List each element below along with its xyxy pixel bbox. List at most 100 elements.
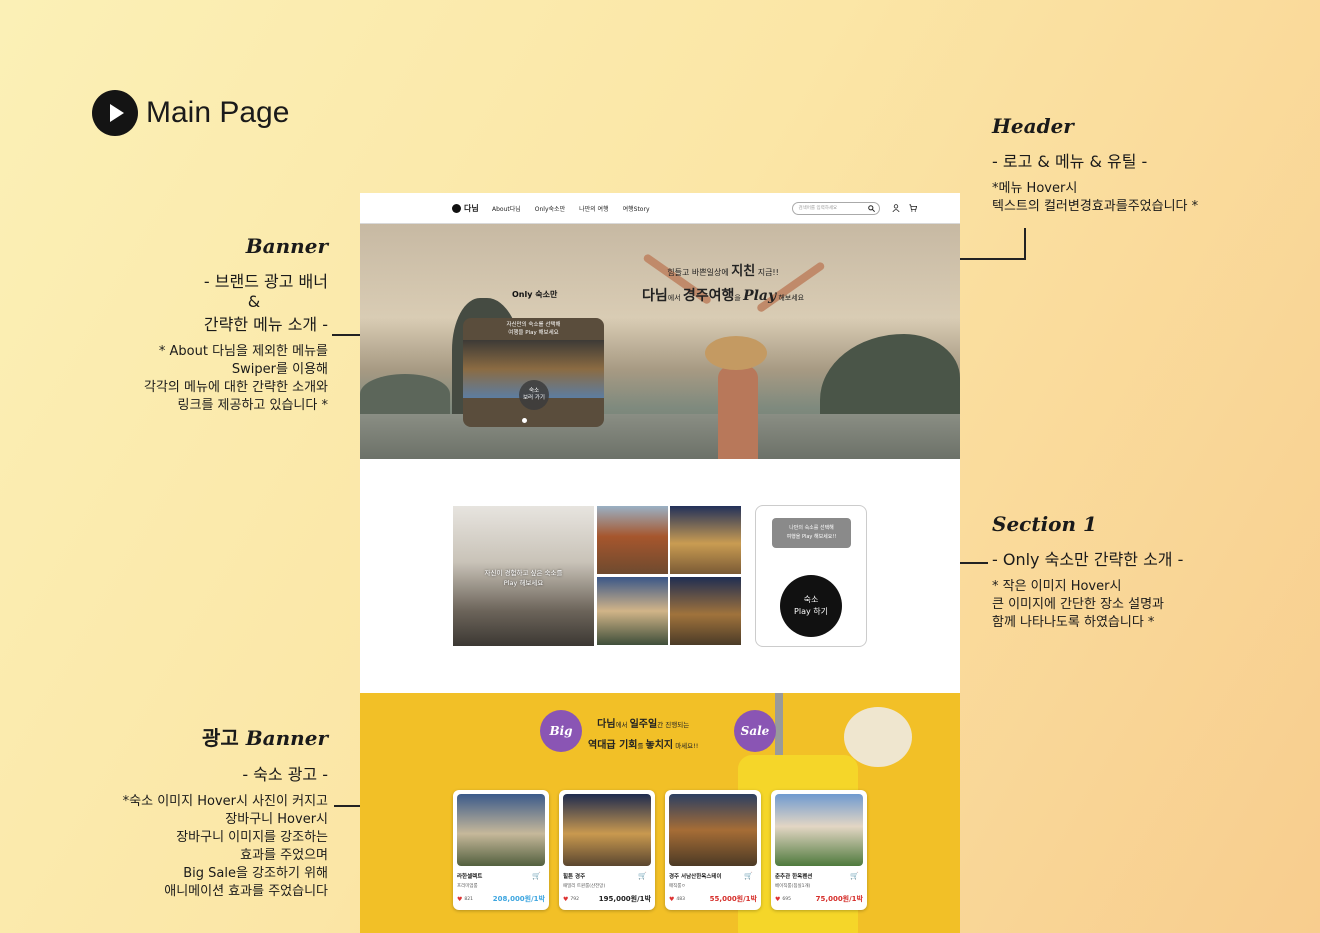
heart-icon[interactable]: ♥	[457, 896, 462, 903]
banner-heading-line: 간략한 메뉴 소개 -	[203, 315, 328, 334]
hotel-card[interactable]: 춘추관 한옥펜션 베이직룸(침실1개) 🛒 ♥ 695 75,000원/1박	[771, 790, 867, 910]
header-annotation-desc: *메뉴 Hover시 텍스트의 컬러변경효과를주었습니다 *	[992, 180, 1198, 216]
brand-banner: 힘들고 바쁜일상에 지친 지금!! 다님에서 경주여행을 Play 해보세요 O…	[360, 224, 960, 459]
large-stay-caption-line: Play 해보세요	[503, 579, 544, 587]
cart-icon[interactable]	[908, 204, 917, 212]
page-logo-block: Main Page	[92, 90, 289, 136]
search-input[interactable]: 검색어를 입력하세요	[791, 201, 880, 215]
banner-desc-line: * About 다님을 제외한 메뉴를	[158, 344, 328, 359]
hotel-card[interactable]: 경주 서남산한옥스테이 매직룸ㅇ 🛒 ♥ 483 55,000원/1박	[665, 790, 761, 910]
view-stays-button-line: 보러 가기	[523, 395, 545, 401]
section1-annotation-title: Section 1	[992, 512, 1097, 536]
cart-icon[interactable]: 🛒	[850, 872, 859, 880]
ad-text-emphasis: 일주일	[629, 719, 658, 730]
banner-line1: 힘들고 바쁜일상에 지친 지금!!	[642, 260, 804, 279]
hotel-card-footer: ♥ 821 208,000원/1박	[457, 894, 545, 904]
cart-icon[interactable]: 🛒	[532, 872, 541, 880]
hotel-card-room: 프리미엄룸	[457, 884, 478, 889]
banner-headline: 힘들고 바쁜일상에 지친 지금!! 다님에서 경주여행을 Play 해보세요	[642, 260, 804, 305]
hotel-card-footer: ♥ 792 195,000원/1박	[563, 894, 651, 904]
likes-count: 821	[464, 896, 473, 902]
ad-annotation-heading: - 숙소 광고 -	[242, 765, 328, 784]
hotel-card-room: 패밀리 트윈룸(산전망)	[563, 884, 606, 889]
ad-headline-line2: 역대급 기회를 놓치지 마세요!!	[588, 736, 698, 751]
header-annotation-title: Header	[992, 114, 1074, 138]
stay-thumbnail[interactable]	[670, 577, 741, 645]
view-stays-button[interactable]: 숙소 보러 가기	[519, 380, 549, 410]
hotel-card-likes: ♥ 695	[775, 896, 791, 903]
banner-text: 지금!!	[755, 268, 779, 277]
mock-logo[interactable]: 다님	[452, 203, 486, 214]
ad-desc-line: 효과를 주었으며	[240, 848, 328, 863]
nav-item-my-trip[interactable]: 나만의 여행	[579, 204, 609, 213]
banner-desc-line: Swiper를 이용해	[231, 362, 328, 377]
page-title: Main Page	[146, 96, 290, 129]
banner-annotation-desc: * About 다님을 제외한 메뉴를 Swiper를 이용해 각각의 메뉴에 …	[120, 343, 328, 415]
view-stays-button-line: 숙소	[528, 388, 540, 394]
mock-logo-text: 다님	[464, 203, 479, 213]
hotel-card-image[interactable]	[457, 794, 545, 866]
ad-annotation-desc: *숙소 이미지 Hover시 사진이 커지고 장바구니 Hover시 장바구니 …	[100, 793, 328, 901]
banner-text-emphasis: Play	[743, 288, 777, 304]
search-icon[interactable]	[867, 204, 875, 212]
ad-text: 를	[637, 742, 646, 750]
stay-thumbnail[interactable]	[670, 506, 741, 574]
stay-thumbnail[interactable]	[597, 506, 668, 574]
ad-headline: 다님에서 일주일간 진행되는 역대급 기회를 놓치지 마세요!!	[588, 715, 698, 751]
heart-icon[interactable]: ♥	[775, 896, 780, 903]
header-annotation-line: 텍스트의 컬러변경효과를주었습니다 *	[992, 199, 1199, 214]
header-annotation-line: *메뉴 Hover시	[992, 181, 1078, 196]
banner-swiper-card[interactable]: 자신만의 숙소를 선택해 여행을 Play 해보세요 숙소 보러 가기	[463, 318, 604, 427]
woman-with-hat-image	[642, 252, 826, 459]
cart-icon[interactable]: 🛒	[744, 872, 753, 880]
hotel-card-price: 75,000원/1박	[815, 895, 863, 903]
play-card-tag-line: 나만의 숙소를 선택해	[789, 525, 834, 531]
sea-shape	[360, 414, 960, 459]
heart-icon[interactable]: ♥	[563, 896, 568, 903]
hotel-card-footer: ♥ 695 75,000원/1박	[775, 894, 863, 904]
nav-item-story[interactable]: 여행Story	[623, 204, 650, 213]
ad-text: 에서	[615, 721, 630, 729]
likes-count: 695	[782, 896, 791, 902]
ad-desc-line: 애니메이션 효과를 주었습니다	[164, 884, 328, 899]
banner-line2: 다님에서 경주여행을 Play 해보세요	[642, 285, 804, 305]
header-annotation-heading: - 로고 & 메뉴 & 유틸 -	[992, 152, 1148, 171]
play-card: 나만의 숙소를 선택해 여행을 Play 해보세요!! 숙소 Play 하기	[755, 505, 867, 647]
hotel-card-image[interactable]	[775, 794, 863, 866]
ad-text: 간 진행되는	[657, 721, 690, 729]
ad-desc-line: 장바구니 이미지를 강조하는	[176, 830, 328, 845]
heart-icon[interactable]: ♥	[669, 896, 674, 903]
play-stay-button[interactable]: 숙소 Play 하기	[780, 575, 842, 637]
nav-item-only[interactable]: Only숙소만	[535, 204, 565, 213]
hotel-card-price: 208,000원/1박	[492, 895, 545, 903]
mock-nav: About다님 Only숙소만 나만의 여행 여행Story	[492, 204, 650, 213]
banner-text: 에서	[667, 294, 683, 302]
cart-icon[interactable]: 🛒	[638, 872, 647, 880]
banner-card-caption-line: 자신만의 숙소를 선택해	[506, 322, 561, 328]
section1-desc-line: 큰 이미지에 간단한 장소 설명과	[992, 597, 1165, 612]
large-stay-image: 자신이 경험하고 싶은 숙소를 Play 해보세요	[453, 506, 594, 646]
nav-item-about[interactable]: About다님	[492, 204, 521, 213]
banner-text: 힘들고 바쁜일상에	[667, 268, 732, 277]
connector-line	[1024, 228, 1026, 260]
section1-desc-line: * 작은 이미지 Hover시	[992, 579, 1122, 594]
play-card-tag-line: 여행을 Play 해보세요!!	[786, 534, 837, 540]
hotel-card-image[interactable]	[563, 794, 651, 866]
hotel-card-image[interactable]	[669, 794, 757, 866]
banner-text-emphasis: 지친	[731, 264, 756, 279]
banner-desc-line: 링크를 제공하고 있습니다 *	[177, 398, 328, 413]
straw-hat-image	[844, 707, 912, 767]
stay-thumbnail[interactable]	[597, 577, 668, 645]
hotel-card[interactable]: 힐튼 경주 패밀리 트윈룸(산전망) 🛒 ♥ 792 195,000원/1박	[559, 790, 655, 910]
banner-card-caption: 자신만의 숙소를 선택해 여행을 Play 해보세요	[463, 318, 604, 337]
banner-text: 해보세요	[776, 294, 805, 302]
banner-annotation-title: Banner	[245, 234, 328, 258]
play-stay-button-line: Play 하기	[794, 607, 828, 616]
ad-text: 마세요!!	[673, 742, 699, 750]
banner-text: 을	[734, 294, 744, 302]
user-icon[interactable]	[891, 204, 900, 212]
hotel-card[interactable]: 라한셀렉트 프리미엄룸 🛒 ♥ 821 208,000원/1박	[453, 790, 549, 910]
swiper-pagination-dot[interactable]	[522, 418, 527, 423]
hotel-card-likes: ♥ 483	[669, 896, 685, 903]
hotel-card-room: 매직룸ㅇ	[669, 884, 686, 889]
